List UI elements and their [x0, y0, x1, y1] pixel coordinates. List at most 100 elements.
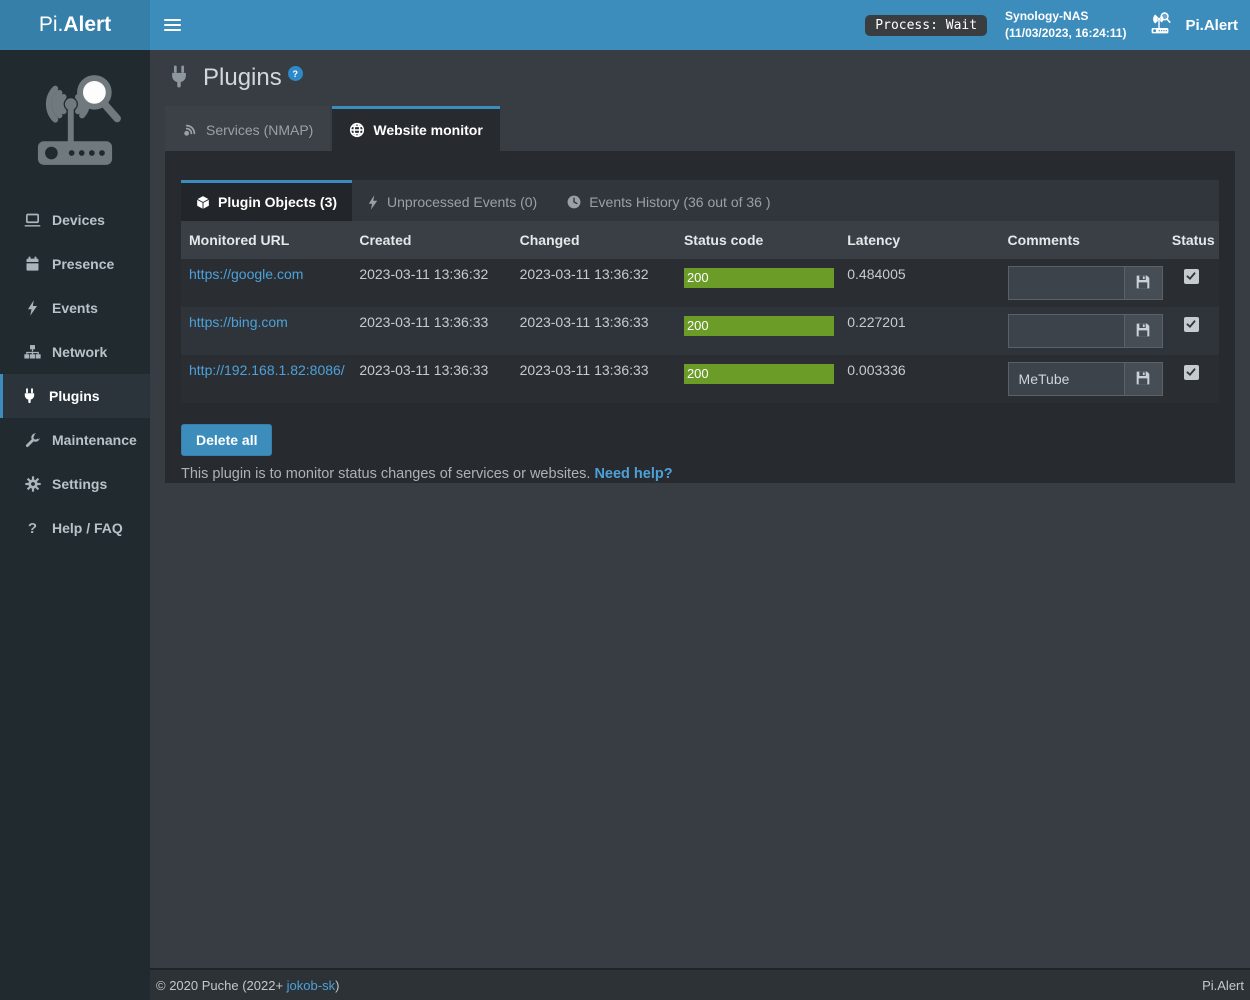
table-row: https://google.com 2023-03-11 13:36:32 2… [181, 259, 1219, 307]
tab-events-history[interactable]: Events History (36 out of 36 ) [552, 180, 785, 221]
delete-all-button[interactable]: Delete all [181, 424, 272, 456]
col-latency: Latency [839, 221, 999, 259]
sidebar-item-label: Network [52, 344, 107, 360]
tab-label: Services (NMAP) [206, 122, 313, 138]
sidebar: Devices Presence Events Network Plugins [0, 50, 150, 1000]
save-comment-button[interactable] [1124, 363, 1162, 395]
sidebar-item-label: Plugins [49, 388, 100, 404]
col-status-code: Status code [676, 221, 839, 259]
sidebar-item-plugins[interactable]: Plugins [0, 374, 150, 418]
help-badge[interactable]: ? [288, 66, 303, 81]
save-comment-button[interactable] [1124, 267, 1162, 299]
page-title: Plugins [203, 64, 282, 92]
tab-label: Plugin Objects (3) [218, 194, 337, 210]
footer-brand: Pi.Alert [1202, 978, 1244, 993]
latency-value: 0.227201 [839, 307, 999, 355]
save-icon [1135, 322, 1151, 341]
latency-value: 0.003336 [839, 355, 999, 403]
bolt-icon [367, 195, 379, 210]
table-header: Monitored URL Created Changed Status cod… [181, 221, 1219, 259]
save-icon [1135, 274, 1151, 293]
clock-icon [567, 195, 581, 209]
panel-tabs: Plugin Objects (3) Unprocessed Events (0… [181, 180, 1219, 221]
wrench-icon [24, 432, 41, 448]
status-checkbox[interactable] [1184, 365, 1199, 380]
menu-icon[interactable] [150, 0, 194, 50]
status-checkbox[interactable] [1184, 317, 1199, 332]
router-scan-icon [1144, 9, 1176, 41]
sidebar-item-presence[interactable]: Presence [0, 242, 150, 286]
created-value: 2023-03-11 13:36:33 [351, 307, 511, 355]
comment-input[interactable] [1009, 363, 1124, 395]
sidebar-item-events[interactable]: Events [0, 286, 150, 330]
sidebar-item-label: Settings [52, 476, 107, 492]
jokob-sk-link[interactable]: jokob-sk [287, 978, 335, 993]
brand-block: Pi.Alert [1144, 9, 1238, 41]
tab-website-monitor[interactable]: Website monitor [332, 106, 499, 151]
app-logo-text: Pi.Alert [39, 13, 111, 37]
comment-input[interactable] [1009, 315, 1124, 347]
plug-icon [21, 388, 38, 404]
plug-icon [168, 65, 190, 92]
save-icon [1135, 370, 1151, 389]
comment-input-group [1008, 314, 1163, 348]
sidebar-item-label: Devices [52, 212, 105, 228]
app-logo[interactable]: Pi.Alert [0, 0, 150, 50]
brand-title: Pi.Alert [1185, 17, 1238, 34]
question-icon: ? [24, 520, 41, 537]
gear-icon [24, 476, 41, 492]
laptop-icon [24, 213, 41, 228]
calendar-icon [24, 256, 41, 272]
need-help-link[interactable]: Need help? [594, 466, 672, 482]
top-navbar: Pi.Alert Process: Wait Synology-NAS (11/… [0, 0, 1250, 50]
copyright-text: © 2020 Puche (2022+ jokob-sk) [156, 978, 339, 993]
monitored-url-link[interactable]: https://google.com [189, 266, 303, 282]
monitored-url-link[interactable]: https://bing.com [189, 314, 288, 330]
comment-input[interactable] [1009, 267, 1124, 299]
sitemap-icon [24, 345, 41, 360]
footer: © 2020 Puche (2022+ jokob-sk) Pi.Alert [150, 968, 1250, 1000]
tab-unprocessed-events[interactable]: Unprocessed Events (0) [352, 180, 552, 221]
tab-services-nmap[interactable]: Services (NMAP) [165, 106, 330, 151]
website-monitor-panel: Plugin Objects (3) Unprocessed Events (0… [165, 151, 1235, 483]
sidebar-menu: Devices Presence Events Network Plugins [0, 198, 150, 550]
sidebar-item-maintenance[interactable]: Maintenance [0, 418, 150, 462]
col-created: Created [351, 221, 511, 259]
changed-value: 2023-03-11 13:36:33 [512, 355, 676, 403]
changed-value: 2023-03-11 13:36:32 [512, 259, 676, 307]
navbar: Process: Wait Synology-NAS (11/03/2023, … [150, 0, 1250, 50]
cube-icon [196, 195, 210, 210]
sidebar-item-network[interactable]: Network [0, 330, 150, 374]
pialert-logo-icon [0, 50, 150, 184]
comment-input-group [1008, 266, 1163, 300]
status-checkbox[interactable] [1184, 269, 1199, 284]
sidebar-item-label: Presence [52, 256, 114, 272]
globe-icon [349, 122, 365, 138]
monitored-url-link[interactable]: http://192.168.1.82:8086/ [189, 362, 345, 378]
main-content: Plugins ? Services (NMAP) Website monito… [150, 50, 1250, 968]
host-info: Synology-NAS (11/03/2023, 16:24:11) [1005, 8, 1126, 42]
col-status: Status [1164, 221, 1219, 259]
status-code-bar: 200 [684, 268, 834, 288]
tab-label: Events History (36 out of 36 ) [589, 194, 770, 210]
bolt-icon [24, 300, 41, 316]
latency-value: 0.484005 [839, 259, 999, 307]
sidebar-item-label: Events [52, 300, 98, 316]
signal-icon [182, 122, 198, 138]
plugin-tabs: Services (NMAP) Website monitor [165, 106, 1235, 151]
host-name: Synology-NAS [1005, 8, 1126, 25]
table-row: https://bing.com 2023-03-11 13:36:33 202… [181, 307, 1219, 355]
tab-plugin-objects[interactable]: Plugin Objects (3) [181, 180, 352, 221]
table-row: http://192.168.1.82:8086/ 2023-03-11 13:… [181, 355, 1219, 403]
status-code-bar: 200 [684, 316, 834, 336]
col-comments: Comments [1000, 221, 1164, 259]
sidebar-item-help-faq[interactable]: ? Help / FAQ [0, 506, 150, 550]
process-status-badge: Process: Wait [865, 15, 987, 36]
sidebar-item-label: Help / FAQ [52, 520, 123, 536]
page-header: Plugins ? [168, 64, 1235, 92]
sidebar-item-devices[interactable]: Devices [0, 198, 150, 242]
save-comment-button[interactable] [1124, 315, 1162, 347]
sidebar-item-settings[interactable]: Settings [0, 462, 150, 506]
tab-label: Unprocessed Events (0) [387, 194, 537, 210]
sidebar-item-label: Maintenance [52, 432, 137, 448]
